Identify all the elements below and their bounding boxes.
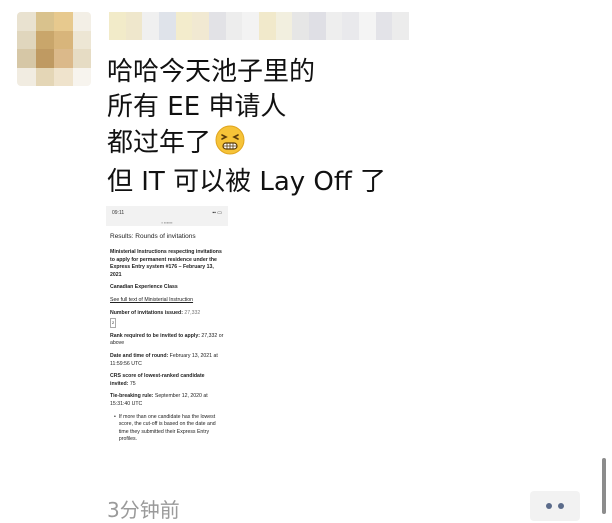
round-label: Date and time of round:: [110, 352, 169, 359]
post-line-2: 所有 EE 申请人: [107, 92, 287, 122]
screenshot-url-bar: ▪ ▪▪▪▪▪▪: [106, 220, 228, 226]
screenshot-crs: CRS score of lowest-ranked candidate inv…: [110, 373, 224, 388]
post-line-3-text: 都过年了: [107, 128, 212, 158]
post-line-1: 哈哈今天池子里的: [107, 57, 316, 87]
post-line-4: 但 IT 可以被 Lay Off 了: [107, 167, 387, 197]
username-blurred[interactable]: [109, 12, 410, 40]
invitations-label: Number of invitations issued:: [110, 309, 183, 316]
rank-label: Rank required to be invited to apply:: [110, 332, 200, 339]
post-timestamp: 3分钟前: [107, 498, 180, 522]
invitations-footnote: 2: [110, 318, 117, 328]
more-dots-icon: [546, 503, 552, 509]
scrollbar[interactable]: [602, 458, 606, 514]
screenshot-rank: Rank required to be invited to apply: 27…: [110, 333, 224, 348]
more-actions-button[interactable]: [530, 491, 580, 521]
rank-value: 27,332: [201, 332, 218, 339]
screenshot-program: Canadian Experience Class: [110, 284, 178, 291]
screenshot-invitations: Number of invitations issued: 27,332 2: [110, 310, 224, 328]
invitations-value: 27,332: [184, 309, 201, 316]
bullet-text: If more than one candidate has the lowes…: [118, 413, 216, 443]
signal-battery-icon: ▪▪ ▭: [212, 210, 222, 216]
screenshot-title: Results: Rounds of invitations: [110, 233, 196, 240]
tie-label: Tie-breaking rule:: [110, 393, 154, 400]
screenshot-full-text-link: See full text of Ministerial Instruction: [110, 296, 194, 303]
post-text: 哈哈今天池子里的 所有 EE 申请人 都过年了 但 IT 可以被 Lay Off…: [107, 55, 386, 200]
screenshot-round: Date and time of round: February 13, 202…: [110, 353, 224, 368]
screenshot-body: Ministerial Instructions respecting invi…: [106, 249, 228, 444]
bullet-dot-icon: •: [114, 413, 116, 420]
screenshot-status-bar: 09:11 ▪▪ ▭: [106, 206, 228, 220]
screenshot-status-time: 09:11: [112, 210, 125, 216]
avatar[interactable]: [17, 12, 91, 86]
post-line-3: 都过年了: [107, 125, 386, 165]
screenshot-bullet: • If more than one candidate has the low…: [114, 414, 224, 444]
more-dots-icon: [558, 503, 564, 509]
crs-label: CRS score of lowest-ranked candidate inv…: [110, 373, 205, 387]
screenshot-heading: Ministerial Instructions respecting invi…: [110, 249, 222, 278]
crs-value: 75: [129, 380, 136, 387]
screenshot-tie: Tie-breaking rule: September 12, 2020 at…: [110, 393, 224, 408]
grimacing-face-emoji-icon: [215, 125, 245, 165]
attached-screenshot[interactable]: 09:11 ▪▪ ▭ ▪ ▪▪▪▪▪▪ Results: Rounds of i…: [106, 206, 228, 481]
